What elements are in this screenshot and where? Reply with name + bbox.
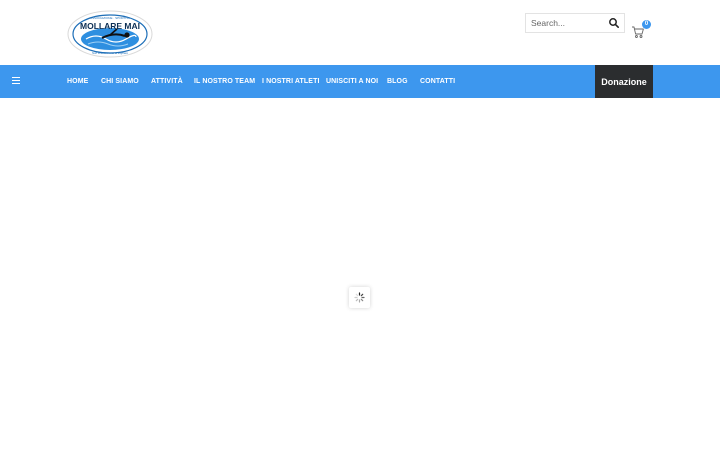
site-logo[interactable]: ASSOCIAZIONE · SPORTIVA MOLLARE MAI Non …: [66, 9, 154, 59]
loading-spinner: [349, 287, 370, 308]
spinner-icon: [354, 292, 365, 303]
search-box: [525, 13, 625, 33]
nav-item-chi-siamo[interactable]: CHI SIAMO: [101, 77, 139, 87]
site-header: ASSOCIAZIONE · SPORTIVA MOLLARE MAI Non …: [0, 0, 720, 65]
swimmer-logo-icon: ASSOCIAZIONE · SPORTIVA MOLLARE MAI Non …: [67, 10, 153, 58]
nav-item-attivita[interactable]: ATTIVITÀ: [151, 77, 183, 87]
hamburger-icon[interactable]: [12, 77, 21, 86]
logo-tagline: Non smettere mai di sognare: [92, 51, 128, 55]
search-icon[interactable]: [608, 17, 620, 29]
logo-title: MOLLARE MAI: [80, 21, 140, 31]
nav-item-i-nostri-atleti[interactable]: I NOSTRI ATLETI: [262, 77, 320, 87]
nav-item-contatti[interactable]: CONTATTI: [420, 77, 455, 87]
nav-item-home[interactable]: HOME: [67, 77, 88, 87]
search-input[interactable]: [526, 14, 604, 32]
donate-button[interactable]: Donazione: [595, 65, 653, 98]
nav-item-unisciti-a-noi[interactable]: UNISCITI A NOI: [326, 77, 378, 87]
nav-item-il-nostro-team[interactable]: IL NOSTRO TEAM: [194, 77, 255, 87]
cart-button[interactable]: 0: [631, 20, 653, 40]
nav-item-blog[interactable]: BLOG: [387, 77, 408, 87]
main-navigation: HOME CHI SIAMO ATTIVITÀ IL NOSTRO TEAM I…: [0, 65, 720, 98]
page-content: [0, 98, 720, 450]
cart-count-badge: 0: [642, 20, 651, 29]
logo-top-text: ASSOCIAZIONE · SPORTIVA: [90, 16, 130, 20]
